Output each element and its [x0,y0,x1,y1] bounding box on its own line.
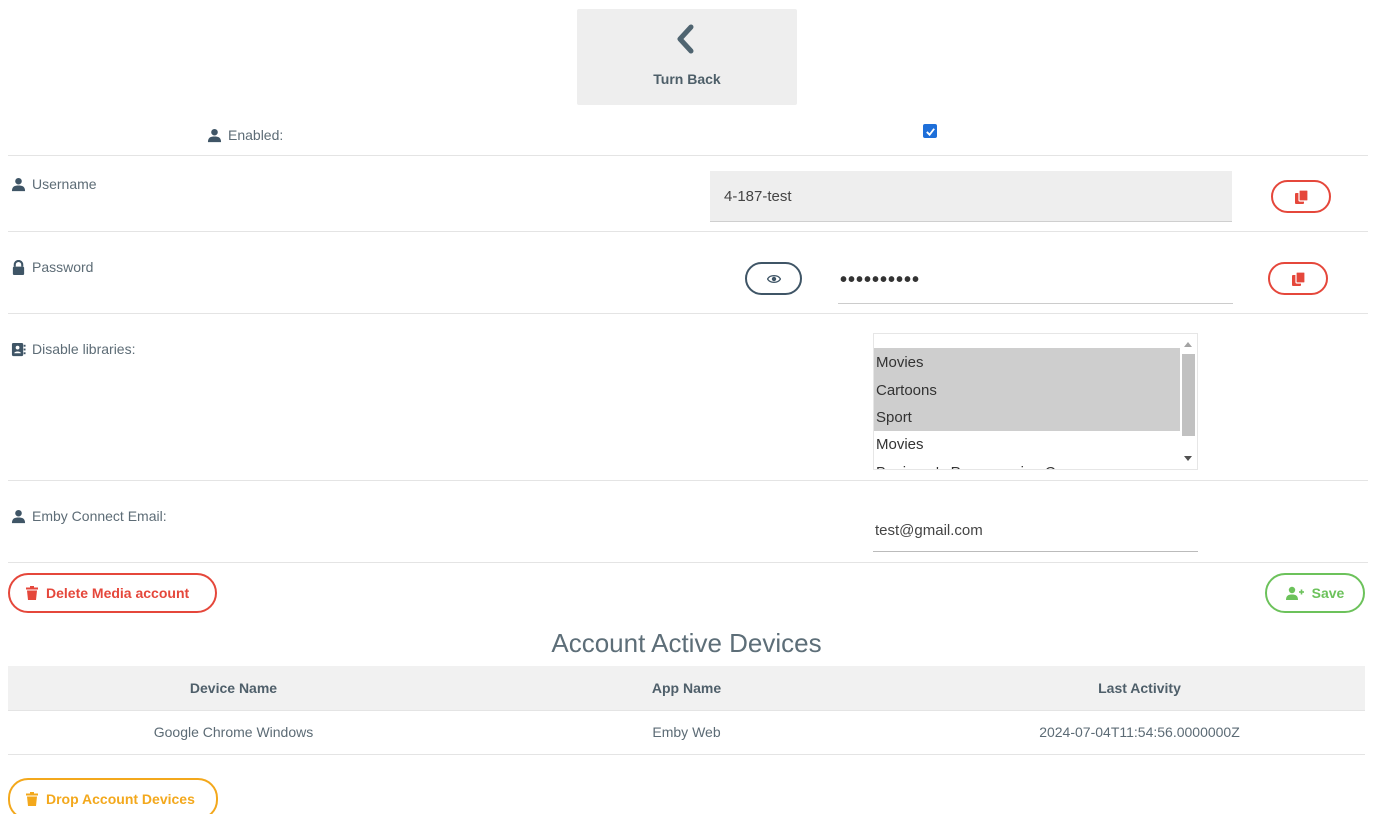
drop-account-devices-button[interactable]: Drop Account Devices [8,778,218,814]
password-label: Password [32,259,94,275]
save-button[interactable]: Save [1265,573,1365,613]
turn-back-label: Turn Back [653,71,721,87]
disable-libraries-select[interactable]: Movies Cartoons Sport Movies Beginner's … [873,333,1198,470]
table-row: Google Chrome Windows Emby Web 2024-07-0… [8,709,1365,755]
divider [8,155,1368,156]
divider [8,313,1368,314]
device-name-cell: Google Chrome Windows [8,709,459,755]
enabled-label-group: Enabled: [207,127,283,143]
divider [8,480,1368,481]
username-label: Username [32,176,97,192]
save-label: Save [1311,585,1345,601]
user-icon [11,177,26,191]
disable-libraries-label: Disable libraries: [32,341,136,357]
trash-icon [26,792,38,806]
last-activity-cell: 2024-07-04T11:54:56.0000000Z [914,709,1365,755]
contact-book-icon [11,342,26,356]
enabled-checkbox[interactable] [923,124,937,138]
user-icon [207,128,222,142]
password-label-group: Password [11,259,93,275]
library-option[interactable]: Beginner's Programming Course [874,458,1180,470]
password-field[interactable]: •••••••••• [838,258,1233,304]
table-header-row: Device Name App Name Last Activity [8,666,1365,710]
library-option[interactable]: Movies [874,430,1180,458]
emby-email-label: Emby Connect Email: [32,508,167,524]
devices-section-title: Account Active Devices [551,628,822,658]
chevron-left-icon [677,24,694,54]
scrollbar-thumb[interactable] [1182,354,1195,436]
app-name-cell: Emby Web [459,709,914,755]
delete-media-account-button[interactable]: Delete Media account [8,573,217,613]
username-field[interactable]: 4-187-test [710,171,1232,222]
copy-username-button[interactable] [1271,180,1331,213]
library-option[interactable]: Sport [874,403,1180,431]
divider [8,562,1368,563]
divider [8,231,1368,232]
delete-media-account-label: Delete Media account [46,585,190,601]
listbox-scrollbar[interactable] [1180,334,1197,469]
column-header-last-activity: Last Activity [914,666,1365,710]
toggle-password-visibility-button[interactable] [745,262,802,295]
library-option[interactable]: Movies [874,348,1180,376]
emby-email-label-group: Emby Connect Email: [11,508,167,524]
username-label-group: Username [11,176,97,192]
emby-email-field[interactable]: test@gmail.com [873,510,1198,552]
turn-back-button[interactable]: Turn Back [577,9,797,105]
library-option[interactable]: Cartoons [874,376,1180,404]
lock-icon [12,259,25,275]
drop-account-devices-label: Drop Account Devices [46,791,195,807]
eye-icon [766,274,781,283]
copy-icon [1291,271,1305,286]
copy-icon [1294,189,1308,204]
copy-password-button[interactable] [1268,262,1328,295]
add-user-icon [1285,586,1304,600]
scroll-up-arrow-icon[interactable] [1184,342,1192,347]
devices-table: Device Name App Name Last Activity Googl… [8,666,1365,755]
check-icon [925,127,935,136]
user-icon [11,509,26,523]
column-header-device-name: Device Name [8,666,459,710]
disable-libraries-label-group: Disable libraries: [11,341,135,357]
scroll-down-arrow-icon[interactable] [1184,456,1192,461]
enabled-label: Enabled: [228,127,284,143]
column-header-app-name: App Name [459,666,914,710]
trash-icon [26,586,38,600]
